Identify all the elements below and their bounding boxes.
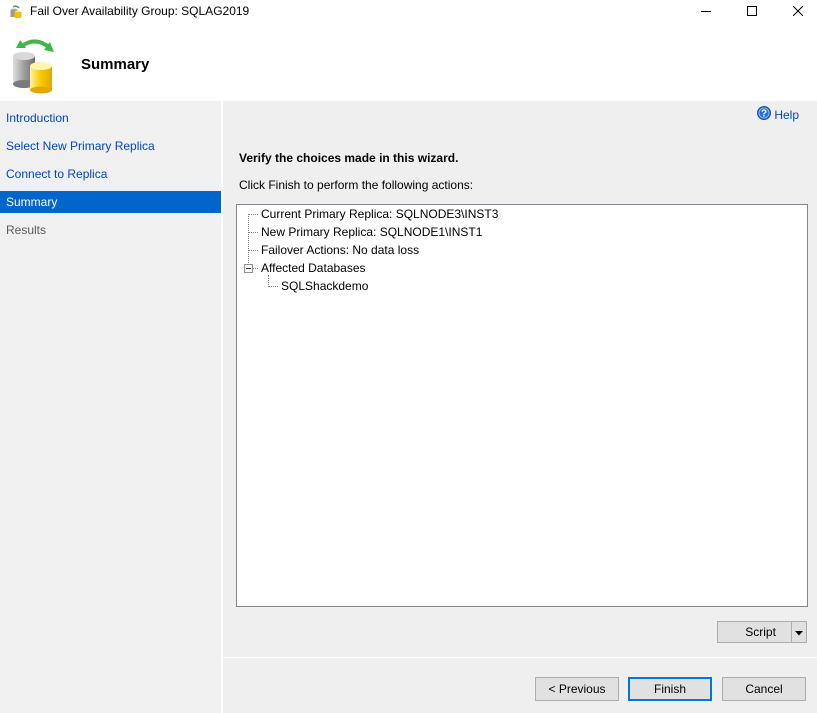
close-button[interactable] [775,0,817,24]
previous-button[interactable]: < Previous [535,677,619,701]
tree-connector [248,214,249,269]
maximize-icon [747,5,757,19]
database-failover-icon [10,34,58,94]
sidebar-item-results: Results [6,223,47,237]
minimize-button[interactable] [683,0,729,24]
summary-tree[interactable]: Current Primary Replica: SQLNODE3\INST3 … [236,204,808,607]
finish-button[interactable]: Finish [628,677,712,701]
title-bar: Fail Over Availability Group: SQLAG2019 [0,0,817,24]
wizard-header: Summary [0,24,817,101]
cancel-button[interactable]: Cancel [722,677,806,701]
database-failover-icon [9,5,23,19]
tree-node[interactable]: Current Primary Replica: SQLNODE3\INST3 [261,205,498,223]
sidebar-item-summary[interactable]: Summary [0,191,221,213]
summary-instructions: Click Finish to perform the following ac… [239,178,474,192]
help-icon: ? [757,106,772,123]
sidebar-item-introduction[interactable]: Introduction [0,107,221,129]
window-title: Fail Over Availability Group: SQLAG2019 [30,4,250,18]
summary-heading: Verify the choices made in this wizard. [239,151,459,165]
tree-connector [249,214,258,215]
tree-connector [249,232,258,233]
main-panel: ? Help Verify the choices made in this w… [223,101,817,713]
svg-text:?: ? [761,109,767,120]
script-button[interactable]: Script [717,621,807,643]
help-link[interactable]: ? Help [757,106,799,123]
script-dropdown-button[interactable] [791,622,806,642]
close-icon [792,5,804,19]
script-button-label[interactable]: Script [718,622,791,642]
minimize-icon [701,5,711,19]
tree-connector [253,268,258,269]
maximize-button[interactable] [729,0,775,24]
tree-node-database[interactable]: SQLShackdemo [281,277,368,295]
collapse-toggle-icon[interactable] [244,264,253,273]
page-title: Summary [81,56,150,73]
tree-node[interactable]: Failover Actions: No data loss [261,241,419,259]
tree-connector [249,250,258,251]
footer-divider [223,657,817,658]
sidebar-item-select-new-primary-replica[interactable]: Select New Primary Replica [0,135,221,157]
help-label: Help [774,107,799,122]
tree-connector [269,286,278,287]
chevron-down-icon [795,625,804,639]
tree-node-affected-databases[interactable]: Affected Databases [261,259,366,277]
tree-node[interactable]: New Primary Replica: SQLNODE1\INST1 [261,223,482,241]
sidebar-item-connect-to-replica[interactable]: Connect to Replica [0,163,221,185]
wizard-steps-sidebar: Introduction Select New Primary Replica … [0,101,221,713]
